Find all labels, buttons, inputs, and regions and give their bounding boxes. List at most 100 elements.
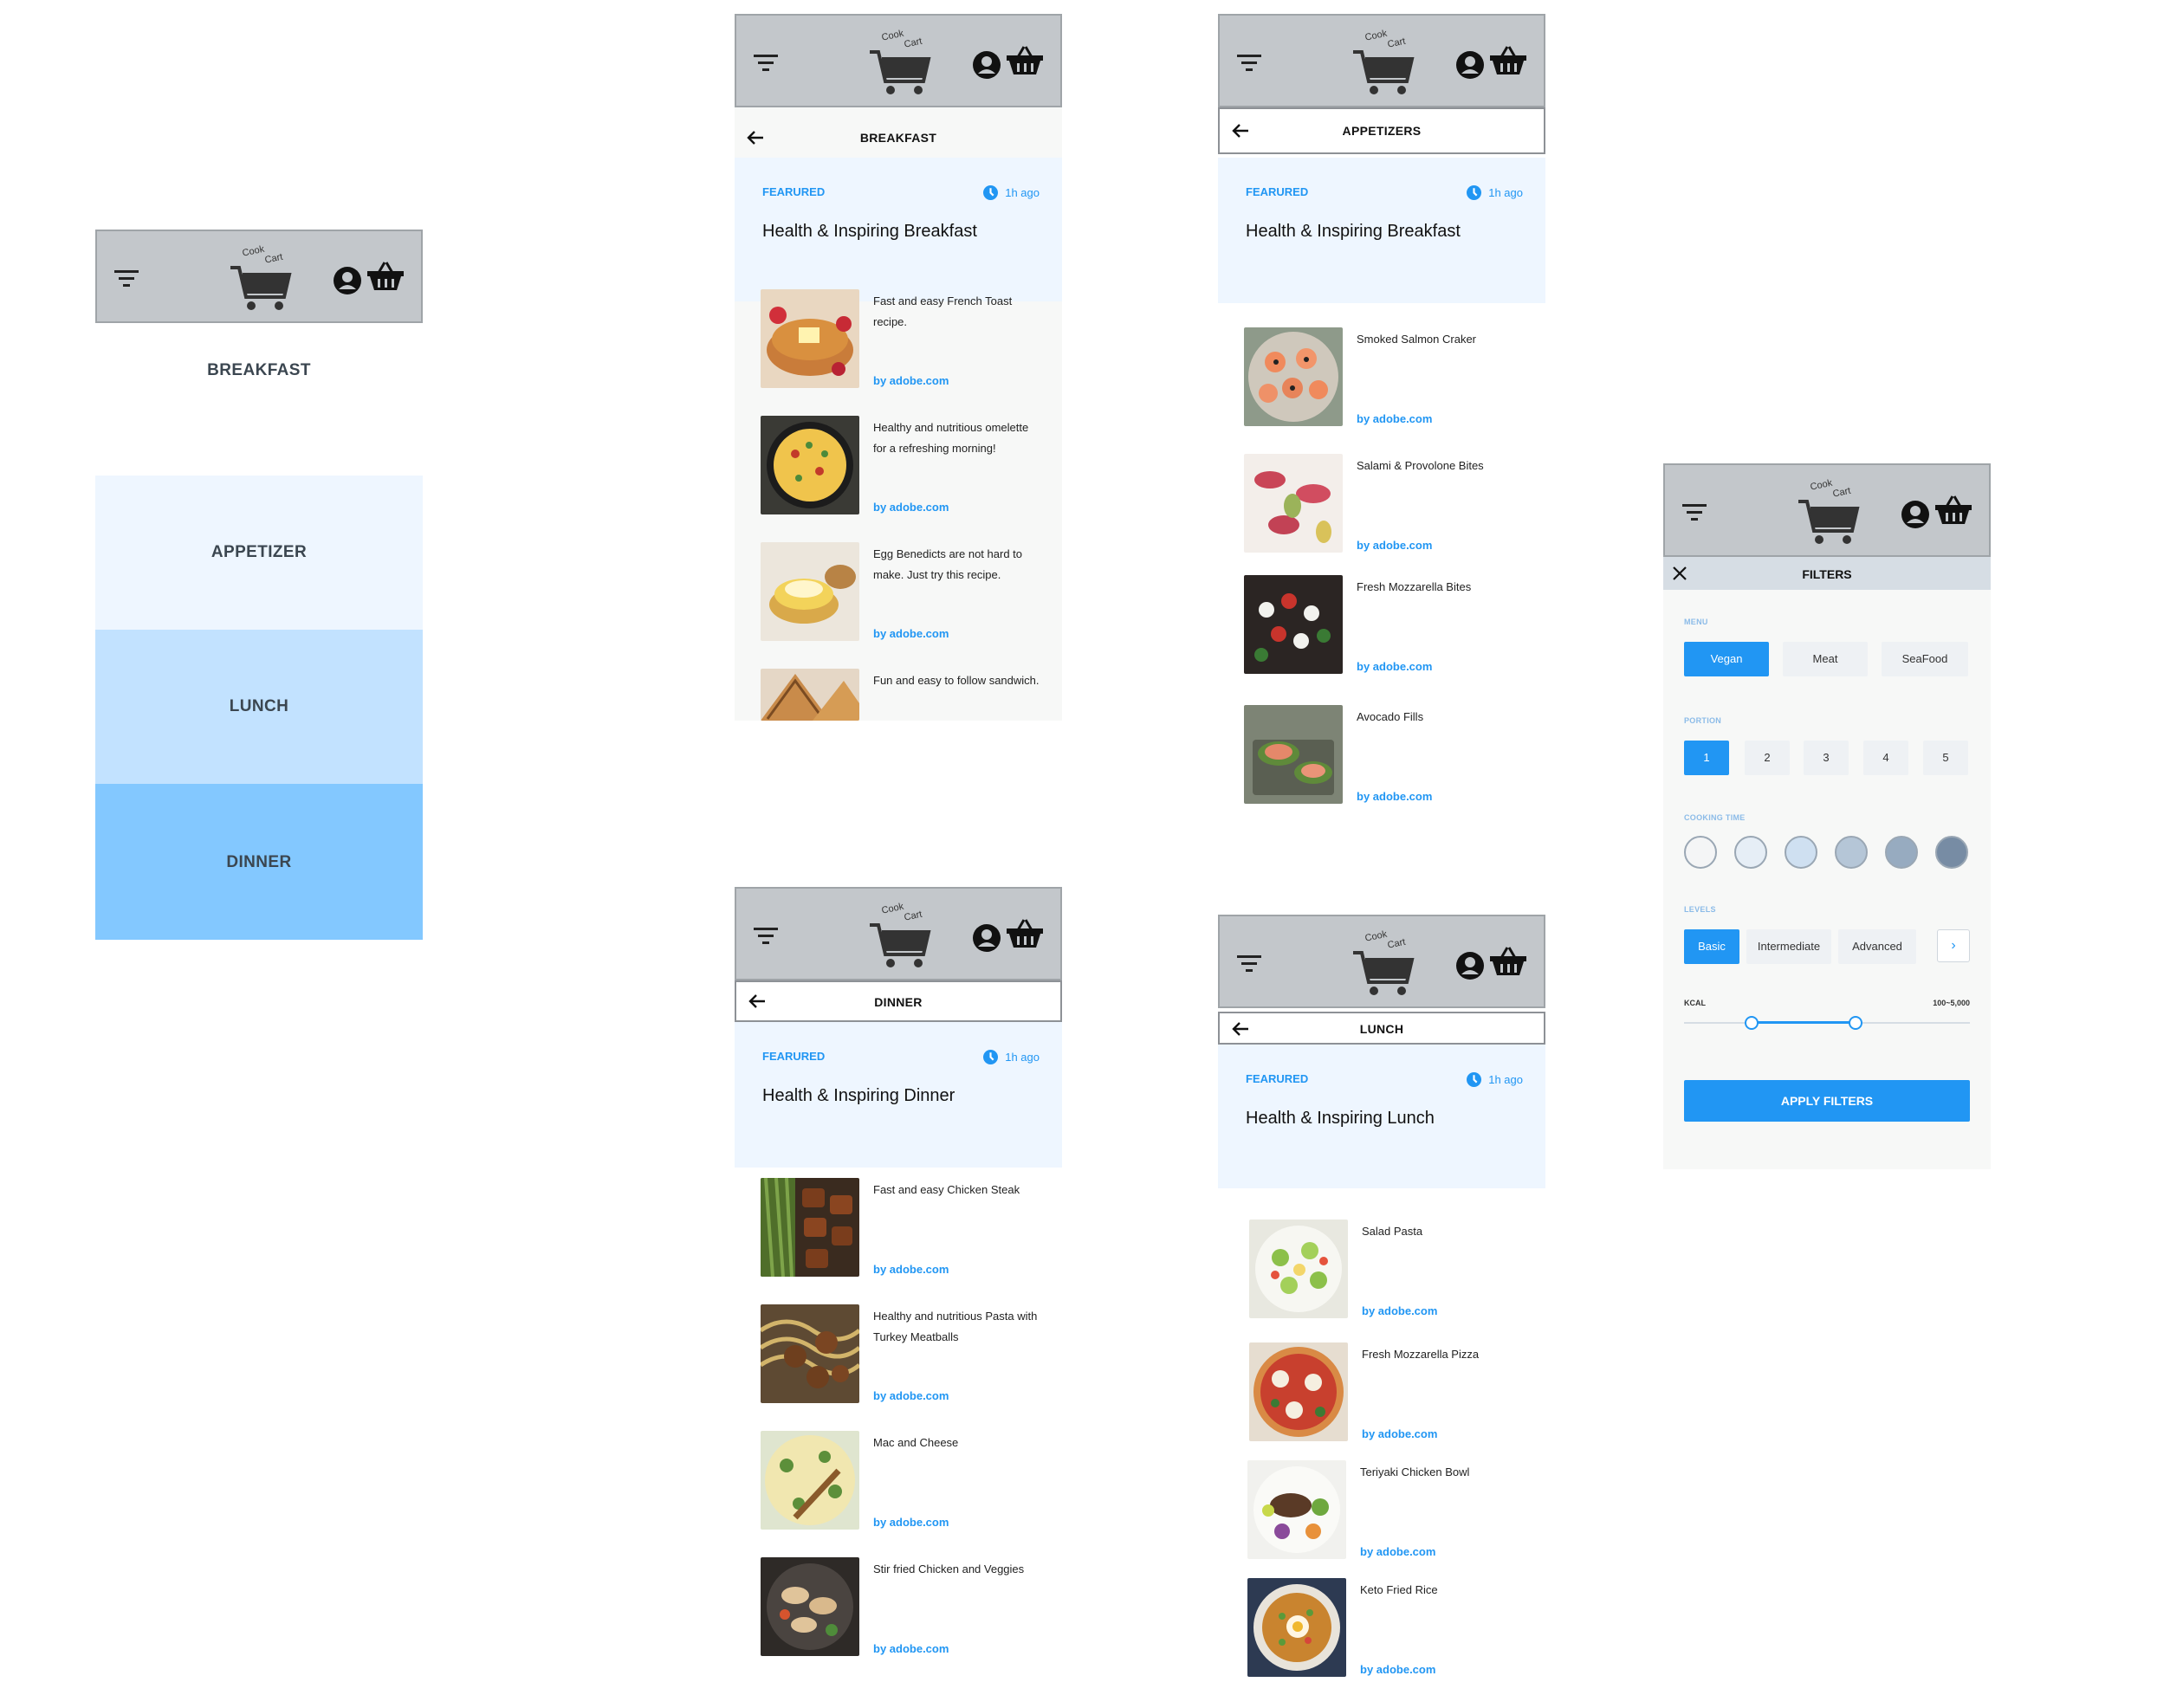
recipe-item[interactable]: Healthy and nutritious omelette for a re…: [761, 416, 1055, 521]
recipe-source-link[interactable]: by adobe.com: [1357, 790, 1432, 803]
basket-icon[interactable]: [1490, 45, 1526, 81]
cooking-time-option[interactable]: [1684, 836, 1717, 869]
user-icon[interactable]: [1455, 951, 1485, 985]
recipe-source-link[interactable]: by adobe.com: [1357, 412, 1432, 425]
app-header: Cook Cart: [1663, 463, 1991, 557]
recipe-thumbnail: [761, 289, 859, 388]
logo-text-cart: Cart: [904, 909, 923, 923]
logo-text-cart: Cart: [264, 252, 284, 266]
recipe-item[interactable]: Keto Fried Rice by adobe.com: [1247, 1578, 1542, 1684]
recipe-item[interactable]: Healthy and nutritious Pasta with Turkey…: [761, 1304, 1055, 1410]
menu-option-meat[interactable]: Meat: [1783, 642, 1868, 676]
recipe-source-link[interactable]: by adobe.com: [873, 1389, 949, 1402]
recipe-item[interactable]: Fast and easy Chicken Steak by adobe.com: [761, 1178, 1055, 1284]
apply-filters-button[interactable]: APPLY FILTERS: [1684, 1080, 1970, 1122]
menu-option-vegan[interactable]: Vegan: [1684, 642, 1769, 676]
basket-icon[interactable]: [1007, 918, 1043, 954]
recipe-source-link[interactable]: by adobe.com: [873, 374, 949, 387]
filters-screen: Cook Cart FILTERS MENU Vegan Meat SeaFood…: [1663, 463, 1991, 1169]
recipe-source-link[interactable]: by adobe.com: [873, 1263, 949, 1276]
filter-icon[interactable]: [1682, 502, 1708, 526]
featured-card[interactable]: FEARURED 1h ago Health & Inspiring Lunch: [1218, 1045, 1545, 1188]
filter-icon[interactable]: [754, 53, 780, 76]
recipe-item[interactable]: Smoked Salmon Craker by adobe.com: [1244, 327, 1538, 433]
title-bar: APPETIZERS: [1218, 107, 1545, 154]
featured-card[interactable]: FEARURED 1h ago Health & Inspiring Break…: [735, 158, 1062, 301]
basket-icon[interactable]: [367, 261, 404, 296]
user-icon[interactable]: [1455, 50, 1485, 84]
cooking-time-option[interactable]: [1935, 836, 1968, 869]
cooking-time-option[interactable]: [1835, 836, 1868, 869]
cookcart-logo[interactable]: Cook Cart: [866, 897, 936, 976]
cookcart-logo[interactable]: Cook Cart: [1795, 474, 1864, 553]
recipe-description: Teriyaki Chicken Bowl: [1360, 1465, 1470, 1478]
recipe-item[interactable]: Fresh Mozzarella Pizza by adobe.com: [1249, 1342, 1544, 1448]
recipe-source-link[interactable]: by adobe.com: [873, 627, 949, 640]
recipe-item[interactable]: Teriyaki Chicken Bowl by adobe.com: [1247, 1460, 1542, 1566]
portion-option-1[interactable]: 1: [1684, 741, 1729, 775]
category-dinner[interactable]: DINNER: [95, 784, 423, 940]
level-option-advanced[interactable]: Advanced: [1838, 929, 1916, 964]
recipe-source-link[interactable]: by adobe.com: [1357, 539, 1432, 552]
recipe-source-link[interactable]: by adobe.com: [873, 1516, 949, 1529]
category-label: BREAKFAST: [207, 361, 311, 379]
filter-icon[interactable]: [1237, 53, 1263, 76]
recipe-source-link[interactable]: by adobe.com: [1360, 1545, 1435, 1558]
category-lunch[interactable]: LUNCH: [95, 630, 423, 784]
user-icon[interactable]: [333, 266, 362, 300]
recipe-source-link[interactable]: by adobe.com: [1357, 660, 1432, 673]
filter-icon[interactable]: [1237, 954, 1263, 977]
portion-option-5[interactable]: 5: [1923, 741, 1968, 775]
cookcart-logo[interactable]: Cook Cart: [1350, 24, 1419, 103]
filter-icon[interactable]: [114, 268, 140, 292]
time-stamp: 1h ago: [1467, 185, 1523, 200]
user-icon[interactable]: [972, 50, 1001, 84]
recipe-source-link[interactable]: by adobe.com: [873, 501, 949, 514]
recipe-source-link[interactable]: by adobe.com: [873, 1642, 949, 1655]
portion-option-3[interactable]: 3: [1804, 741, 1849, 775]
recipe-item[interactable]: Egg Benedicts are not hard to make. Just…: [761, 542, 1055, 648]
featured-headline: Health & Inspiring Breakfast: [762, 222, 977, 241]
recipe-item[interactable]: Avocado Fills by adobe.com: [1244, 705, 1538, 811]
user-icon[interactable]: [972, 923, 1001, 957]
recipe-item[interactable]: Mac and Cheese by adobe.com: [761, 1431, 1055, 1537]
recipe-item[interactable]: Fresh Mozzarella Bites by adobe.com: [1244, 575, 1538, 681]
recipe-item[interactable]: Salad Pasta by adobe.com: [1249, 1220, 1544, 1325]
cookcart-logo[interactable]: Cook Cart: [866, 24, 936, 103]
basket-icon[interactable]: [1007, 45, 1043, 81]
portion-option-2[interactable]: 2: [1745, 741, 1790, 775]
recipe-description: Fresh Mozzarella Pizza: [1362, 1348, 1480, 1361]
recipe-item[interactable]: Stir fried Chicken and Veggies by adobe.…: [761, 1557, 1055, 1663]
level-option-basic[interactable]: Basic: [1684, 929, 1739, 964]
page-title: APPETIZERS: [1342, 124, 1422, 138]
level-option-intermediate[interactable]: Intermediate: [1746, 929, 1831, 964]
basket-icon[interactable]: [1490, 946, 1526, 981]
category-breakfast[interactable]: BREAKFAST: [95, 327, 423, 415]
cooking-time-option[interactable]: [1734, 836, 1767, 869]
featured-card[interactable]: FEARURED 1h ago Health & Inspiring Dinne…: [735, 1022, 1062, 1168]
featured-card[interactable]: FEARURED 1h ago Health & Inspiring Break…: [1218, 158, 1545, 303]
recipe-source-link[interactable]: by adobe.com: [1362, 1304, 1437, 1317]
portion-option-4[interactable]: 4: [1863, 741, 1908, 775]
levels-next-button[interactable]: ›: [1937, 929, 1970, 962]
logo-text-cook: Cook: [881, 902, 905, 916]
cookcart-logo[interactable]: Cook Cart: [1350, 925, 1419, 1004]
recipe-description: Fast and easy Chicken Steak: [873, 1183, 1020, 1196]
recipe-source-link[interactable]: by adobe.com: [1362, 1427, 1437, 1440]
basket-icon[interactable]: [1935, 495, 1972, 530]
recipe-source-link[interactable]: by adobe.com: [1360, 1663, 1435, 1676]
recipe-item[interactable]: Fast and easy French Toast recipe. by ad…: [761, 289, 1055, 395]
kcal-slider-min-handle[interactable]: [1745, 1016, 1759, 1030]
kcal-slider-max-handle[interactable]: [1849, 1016, 1862, 1030]
category-appetizer[interactable]: APPETIZER: [95, 476, 423, 630]
user-icon[interactable]: [1901, 500, 1930, 534]
cooking-time-option[interactable]: [1885, 836, 1918, 869]
filter-icon[interactable]: [754, 926, 780, 949]
recipe-item[interactable]: Salami & Provolone Bites by adobe.com: [1244, 454, 1538, 560]
recipe-thumbnail: [761, 669, 859, 721]
recipe-thumbnail: [1247, 1460, 1346, 1559]
cookcart-logo[interactable]: Cook Cart: [227, 240, 296, 319]
recipe-item[interactable]: Fun and easy to follow sandwich.: [761, 669, 1055, 721]
cooking-time-option[interactable]: [1785, 836, 1817, 869]
menu-option-seafood[interactable]: SeaFood: [1882, 642, 1968, 676]
